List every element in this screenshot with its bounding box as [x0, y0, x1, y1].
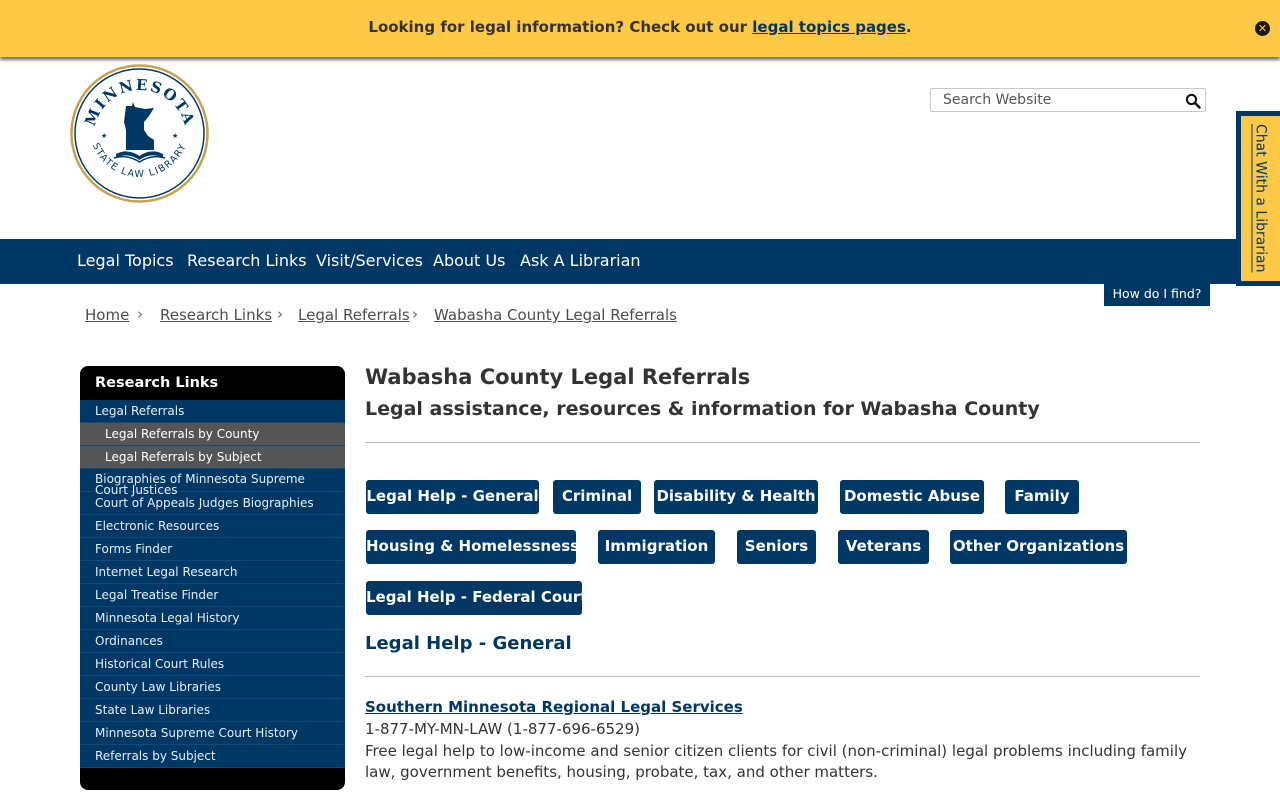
category-seniors[interactable]: Seniors: [737, 530, 816, 564]
breadcrumb-current[interactable]: Wabasha County Legal Referrals: [434, 306, 677, 324]
sidebar-item-supreme-court-history[interactable]: Minnesota Supreme Court History: [80, 722, 345, 745]
sidebar-title: Research Links: [95, 375, 219, 391]
sidebar-item-historical-court-rules[interactable]: Historical Court Rules: [80, 653, 345, 676]
nav-visit-services[interactable]: Visit/Services: [316, 251, 423, 270]
close-icon[interactable]: ✕: [1255, 21, 1270, 36]
sidebar-item-legal-referrals-by-subject[interactable]: Legal Referrals by Subject: [80, 446, 345, 469]
category-veterans[interactable]: Veterans: [838, 530, 929, 564]
how-do-i-find-button[interactable]: How do I find?: [1104, 282, 1210, 306]
chat-tab-inner: Chat With a Librarian: [1241, 116, 1280, 281]
org-description: Free legal help to low-income and senior…: [365, 742, 1187, 781]
search-input[interactable]: [931, 89, 1171, 111]
breadcrumb-research-links[interactable]: Research Links: [160, 306, 272, 324]
search-icon[interactable]: [1185, 93, 1201, 109]
alert-text-after: .: [905, 18, 912, 36]
sidebar-list: Legal Referrals Legal Referrals by Count…: [80, 400, 345, 768]
sidebar-item-state-law-libraries[interactable]: State Law Libraries: [80, 699, 345, 722]
sidebar: Research Links Legal Referrals Legal Ref…: [80, 366, 345, 790]
sidebar-item-internet-legal-research[interactable]: Internet Legal Research: [80, 561, 345, 584]
sidebar-item-county-law-libraries[interactable]: County Law Libraries: [80, 676, 345, 699]
category-legal-help-federal-court[interactable]: Legal Help - Federal Court: [366, 581, 587, 615]
category-legal-help-general[interactable]: Legal Help - General: [366, 480, 539, 514]
sidebar-item-legal-referrals-by-county[interactable]: Legal Referrals by County: [80, 423, 345, 446]
org-phone: 1-877-MY-MN-LAW (1-877-696-6529): [365, 720, 640, 738]
search-box: [930, 88, 1206, 112]
category-other-organizations[interactable]: Other Organizations: [950, 530, 1127, 564]
page-subtitle: Legal assistance, resources & informatio…: [365, 398, 1040, 420]
divider: [365, 442, 1200, 443]
sidebar-item-court-of-appeals-biographies[interactable]: Court of Appeals Judges Biographies: [80, 492, 345, 515]
sidebar-item-minnesota-legal-history[interactable]: Minnesota Legal History: [80, 607, 345, 630]
section-heading: Legal Help - General: [365, 633, 572, 654]
breadcrumb-home[interactable]: Home: [85, 306, 129, 324]
nav-ask-a-librarian[interactable]: Ask A Librarian: [520, 251, 641, 270]
category-immigration[interactable]: Immigration: [598, 530, 715, 564]
legal-topics-link[interactable]: legal topics pages: [752, 18, 906, 36]
alert-banner: Looking for legal information? Check out…: [0, 0, 1280, 57]
divider: [365, 676, 1200, 677]
alert-message: Looking for legal information? Check out…: [0, 18, 1280, 36]
breadcrumb-separator: ›: [137, 305, 143, 323]
category-criminal[interactable]: Criminal: [553, 480, 641, 514]
state-law-library-logo[interactable]: MINNESOTA STATE LAW LIBRARY ★ ★: [70, 64, 209, 203]
sidebar-item-forms-finder[interactable]: Forms Finder: [80, 538, 345, 561]
chat-with-librarian-tab[interactable]: Chat With a Librarian: [1236, 111, 1280, 286]
org-name-link[interactable]: Southern Minnesota Regional Legal Servic…: [365, 698, 743, 716]
breadcrumb-separator: ›: [277, 305, 283, 323]
sidebar-item-referrals-by-subject[interactable]: Referrals by Subject: [80, 745, 345, 768]
svg-text:★: ★: [101, 132, 107, 140]
svg-text:★: ★: [172, 132, 178, 140]
category-family[interactable]: Family: [1005, 480, 1079, 514]
chat-label[interactable]: Chat With a Librarian: [1241, 116, 1280, 281]
nav-research-links[interactable]: Research Links: [187, 251, 307, 270]
nav-about-us[interactable]: About Us: [433, 251, 505, 270]
category-disability-health[interactable]: Disability & Health: [654, 480, 818, 514]
sidebar-item-ordinances[interactable]: Ordinances: [80, 630, 345, 653]
nav-legal-topics[interactable]: Legal Topics: [77, 251, 174, 270]
category-housing-homelessness[interactable]: Housing & Homelessness: [366, 530, 579, 564]
sidebar-item-electronic-resources[interactable]: Electronic Resources: [80, 515, 345, 538]
category-domestic-abuse[interactable]: Domestic Abuse: [840, 480, 984, 514]
sidebar-item-legal-treatise-finder[interactable]: Legal Treatise Finder: [80, 584, 345, 607]
sidebar-item-legal-referrals[interactable]: Legal Referrals: [80, 400, 345, 423]
breadcrumb-separator: ›: [412, 305, 418, 323]
alert-text-before: Looking for legal information? Check out…: [368, 18, 753, 36]
page-title: Wabasha County Legal Referrals: [365, 365, 751, 389]
breadcrumb-legal-referrals[interactable]: Legal Referrals: [298, 306, 410, 324]
sidebar-item-biographies-supreme-court[interactable]: Biographies of Minnesota Supreme Court J…: [80, 469, 345, 496]
main-nav: Legal Topics Research Links Visit/Servic…: [0, 239, 1236, 284]
